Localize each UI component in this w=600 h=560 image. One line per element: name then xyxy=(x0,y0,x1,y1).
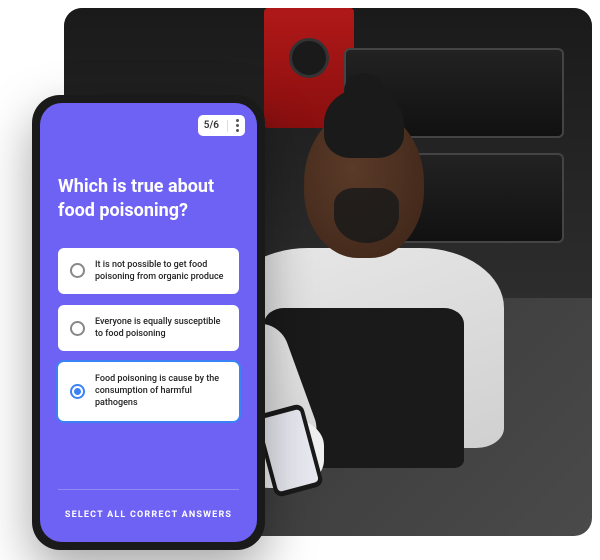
quiz-question: Which is true about food poisoning? xyxy=(58,175,239,224)
answer-option-1[interactable]: It is not possible to get food poisoning… xyxy=(58,248,239,294)
quiz-hint: SELECT ALL CORRECT ANSWERS xyxy=(58,489,239,542)
radio-icon xyxy=(70,263,85,278)
more-menu-icon[interactable] xyxy=(236,119,239,132)
person-head xyxy=(304,108,424,258)
phone-mockup: 5/6 Which is true about food poisoning? … xyxy=(32,95,265,550)
quiz-body: Which is true about food poisoning? It i… xyxy=(40,103,257,542)
pill-divider xyxy=(227,120,228,132)
answer-text: It is not possible to get food poisoning… xyxy=(95,259,227,283)
person-beard xyxy=(334,188,399,243)
progress-counter: 5/6 xyxy=(204,120,219,131)
appliance-knob xyxy=(289,38,329,78)
radio-icon xyxy=(70,384,85,399)
radio-icon xyxy=(70,321,85,336)
person-hairbun xyxy=(344,73,384,108)
answer-option-2[interactable]: Everyone is equally susceptible to food … xyxy=(58,305,239,351)
phone-screen: 5/6 Which is true about food poisoning? … xyxy=(40,103,257,542)
answer-text: Everyone is equally susceptible to food … xyxy=(95,316,227,340)
answer-text: Food poisoning is cause by the consumpti… xyxy=(95,373,227,409)
answer-option-3[interactable]: Food poisoning is cause by the consumpti… xyxy=(58,362,239,420)
progress-pill[interactable]: 5/6 xyxy=(198,115,245,136)
